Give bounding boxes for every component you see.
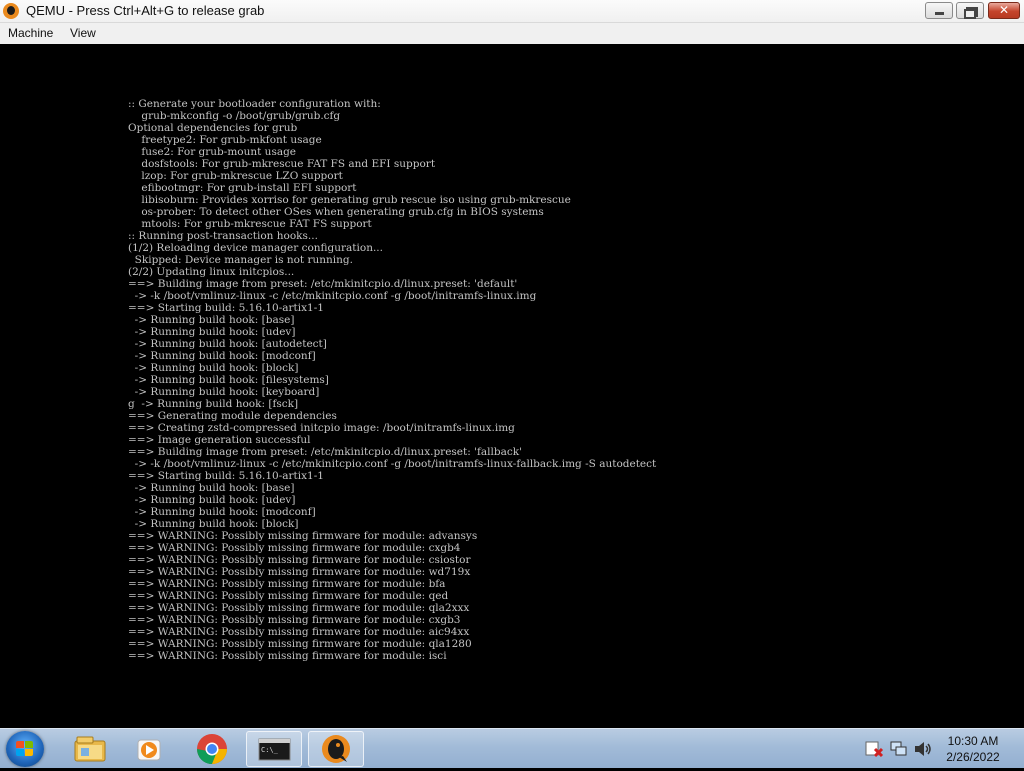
console-line: -> Running build hook: [modconf] (128, 506, 316, 518)
qemu-icon (322, 735, 350, 763)
console-line: ==> Generating module dependencies (128, 410, 337, 422)
action-center-icon[interactable] (864, 739, 884, 759)
console-line: ==> WARNING: Possibly missing firmware f… (128, 530, 478, 542)
console-line: mtools: For grub-mkrescue FAT FS support (128, 218, 372, 230)
console-line: -> Running build hook: [keyboard] (128, 386, 320, 398)
media-player-icon (137, 739, 161, 761)
console-line: -> Running build hook: [autodetect] (128, 338, 327, 350)
system-clock[interactable]: 10:30 AM 2/26/2022 (930, 733, 1016, 765)
console-line: (1/2) Reloading device manager configura… (128, 242, 383, 254)
console-line: Optional dependencies for grub (128, 122, 298, 134)
console-line: ==> Starting build: 5.16.10-artix1-1 (128, 470, 324, 482)
console-line: -> Running build hook: [base] (128, 482, 295, 494)
console-line: :: Generate your bootloader configuratio… (128, 98, 381, 110)
taskbar-media-player[interactable] (122, 731, 178, 767)
console-line: os-prober: To detect other OSes when gen… (128, 206, 544, 218)
minimize-icon (935, 12, 944, 15)
restore-icon-back (964, 9, 976, 19)
clock-time: 10:30 AM (947, 734, 999, 748)
console-line: -> Running build hook: [block] (128, 518, 299, 530)
console-line: -> -k /boot/vmlinuz-linux -c /etc/mkinit… (128, 458, 657, 470)
network-icon[interactable] (889, 739, 909, 759)
menu-bar: Machine View (0, 23, 1024, 44)
console-line: -> Running build hook: [block] (128, 362, 299, 374)
console-line: libisoburn: Provides xorriso for generat… (128, 194, 571, 206)
start-button[interactable] (6, 731, 44, 767)
console-line: ==> WARNING: Possibly missing firmware f… (128, 590, 449, 602)
menu-view[interactable]: View (70, 26, 96, 41)
console-line: fuse2: For grub-mount usage (128, 146, 297, 158)
console-line: ==> WARNING: Possibly missing firmware f… (128, 554, 471, 566)
console-line: -> Running build hook: [filesystems] (128, 374, 329, 386)
console-line: g -> Running build hook: [fsck] (128, 398, 299, 410)
window-title: QEMU - Press Ctrl+Alt+G to release grab (26, 3, 265, 18)
console-line: ==> Image generation successful (128, 434, 311, 446)
menu-machine[interactable]: Machine (8, 26, 53, 41)
console-line: -> Running build hook: [modconf] (128, 350, 316, 362)
close-button[interactable]: ✕ (988, 2, 1020, 19)
console-line: Skipped: Device manager is not running. (128, 254, 353, 266)
console-line: ==> WARNING: Possibly missing firmware f… (128, 650, 447, 662)
svg-text:C:\_: C:\_ (261, 746, 279, 754)
window-title-bar[interactable]: QEMU - Press Ctrl+Alt+G to release grab … (0, 0, 1024, 23)
taskbar-command-prompt[interactable]: C:\_ (246, 731, 302, 767)
console-line: freetype2: For grub-mkfont usage (128, 134, 322, 146)
taskbar-file-explorer[interactable] (62, 731, 118, 767)
taskbar-qemu[interactable] (308, 731, 364, 767)
clock-date: 2/26/2022 (946, 750, 1000, 764)
console-line: :: Running post-transaction hooks... (128, 230, 318, 242)
console-line: -> Running build hook: [base] (128, 314, 295, 326)
command-prompt-icon: C:\_ (258, 738, 291, 761)
console-line: -> Running build hook: [udev] (128, 326, 296, 338)
console-line: ==> Building image from preset: /etc/mki… (128, 446, 522, 458)
file-explorer-icon (74, 736, 106, 762)
console-line: ==> WARNING: Possibly missing firmware f… (128, 566, 471, 578)
close-icon: ✕ (998, 3, 1010, 17)
console-line: ==> Creating zstd-compressed initcpio im… (128, 422, 515, 434)
console-line: ==> Starting build: 5.16.10-artix1-1 (128, 302, 324, 314)
console-line: ==> Building image from preset: /etc/mki… (128, 278, 518, 290)
console-line: ==> WARNING: Possibly missing firmware f… (128, 638, 472, 650)
console-line: -> -k /boot/vmlinuz-linux -c /etc/mkinit… (128, 290, 537, 302)
console-line: lzop: For grub-mkrescue LZO support (128, 170, 343, 182)
console-line: (2/2) Updating linux initcpios... (128, 266, 295, 278)
console-line: efibootmgr: For grub-install EFI support (128, 182, 357, 194)
console-line: ==> WARNING: Possibly missing firmware f… (128, 578, 446, 590)
console-line: ==> WARNING: Possibly missing firmware f… (128, 602, 470, 614)
chrome-icon (197, 734, 227, 764)
windows-start-icon (16, 741, 34, 757)
console-line: -> Running build hook: [udev] (128, 494, 296, 506)
restore-button[interactable] (956, 2, 984, 19)
console-line: ==> WARNING: Possibly missing firmware f… (128, 542, 461, 554)
qemu-app-icon[interactable] (3, 3, 19, 19)
console-line: dosfstools: For grub-mkrescue FAT FS and… (128, 158, 436, 170)
minimize-button[interactable] (925, 2, 953, 19)
console-line: grub-mkconfig -o /boot/grub/grub.cfg (128, 110, 341, 122)
console-line: ==> WARNING: Possibly missing firmware f… (128, 626, 470, 638)
console-line: ==> WARNING: Possibly missing firmware f… (128, 614, 461, 626)
taskbar-chrome[interactable] (184, 731, 240, 767)
taskbar: C:\_ 10:30 AM 2/26/2022 (0, 728, 1024, 768)
